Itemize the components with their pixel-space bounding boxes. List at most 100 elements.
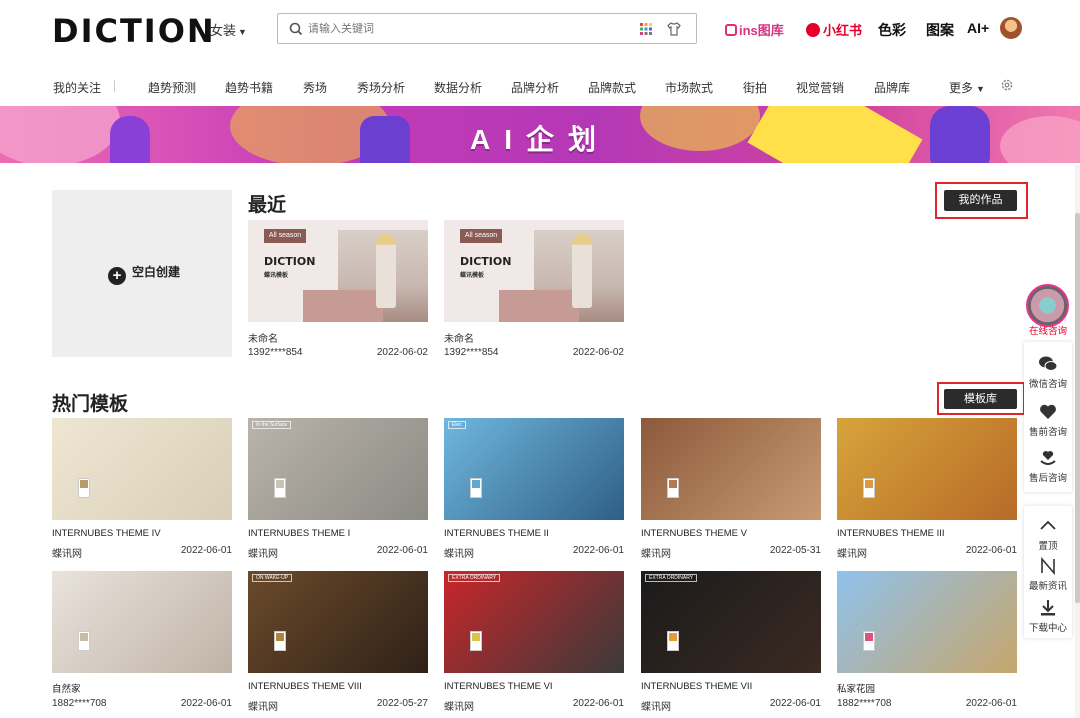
template-source: 蝶讯网 — [444, 702, 474, 713]
template-source: 1882****708 — [52, 698, 107, 709]
top-header: DICTION 女装▼ ins图库 小红书 色彩 图案 AI+ — [0, 0, 1080, 62]
template-title: INTERNUBES THEME IV — [52, 528, 161, 539]
template-date: 2022-06-01 — [180, 698, 232, 709]
search-box[interactable] — [277, 13, 697, 44]
nav-item-trend-books[interactable]: 趋势书籍 — [225, 79, 273, 96]
template-source: 1882****708 — [837, 698, 892, 709]
color-swatch — [274, 631, 286, 651]
nav-item-brand-library[interactable]: 品牌库 — [874, 79, 910, 96]
nav-item-brand-styles[interactable]: 品牌款式 — [588, 79, 636, 96]
blank-create-button[interactable]: + 空白创建 — [108, 263, 180, 285]
nav-item-visual-marketing[interactable]: 视觉营销 — [796, 79, 844, 96]
thumb-logo: DICTION — [460, 255, 512, 268]
template-date: 2022-05-31 — [769, 545, 821, 556]
back-to-top-label: 置顶 — [1038, 541, 1058, 552]
aftersale-consult-button[interactable]: 售后咨询 — [1024, 448, 1072, 484]
template-thumbnail[interactable] — [52, 571, 232, 673]
scrollbar-thumb[interactable] — [1075, 213, 1080, 603]
download-center-button[interactable]: 下载中心 — [1024, 598, 1072, 634]
ins-gallery-link[interactable]: ins图库 — [725, 20, 784, 39]
template-date: 2022-06-01 — [180, 545, 232, 556]
xiaohongshu-link[interactable]: 小红书 — [806, 20, 862, 39]
template-thumbnail[interactable] — [837, 571, 1017, 673]
download-center-label: 下载中心 — [1028, 623, 1067, 634]
diction-logo[interactable]: DICTION — [52, 12, 216, 50]
template-thumbnail[interactable]: EXTRA ORDINARY — [641, 571, 821, 673]
template-thumb-label: Elec — [448, 421, 466, 429]
template-thumbnail[interactable]: ON WAKE-UP — [248, 571, 428, 673]
color-swatch — [667, 478, 679, 498]
color-grid-icon[interactable] — [640, 23, 652, 35]
thumb-subtitle: 蝶讯模板 — [264, 273, 289, 279]
nav-divider — [114, 80, 115, 92]
download-icon — [1041, 600, 1055, 616]
nav-item-data-analysis[interactable]: 数据分析 — [434, 79, 482, 96]
template-title: INTERNUBES THEME VI — [444, 681, 553, 692]
nav-item-runway[interactable]: 秀场 — [303, 79, 327, 96]
template-thumbnail[interactable]: EXTRA ORDINARY — [444, 571, 624, 673]
nav-more-label: 更多 — [949, 81, 974, 95]
card-user: 1392****854 — [248, 347, 303, 358]
latest-news-button[interactable]: 最新资讯 — [1024, 556, 1072, 592]
blank-create-label: 空白创建 — [132, 265, 181, 279]
header-link-color[interactable]: 色彩 — [878, 20, 906, 40]
shirt-icon[interactable] — [666, 21, 682, 37]
nav-item-following[interactable]: 我的关注 — [53, 79, 101, 96]
template-source: 蝶讯网 — [641, 702, 671, 713]
online-consult-label[interactable]: 在线咨询 — [1024, 323, 1072, 337]
xiaohongshu-icon — [806, 23, 820, 37]
template-thumbnail[interactable] — [52, 418, 232, 520]
search-input[interactable] — [308, 20, 608, 38]
nav-item-brand-analysis[interactable]: 品牌分析 — [511, 79, 559, 96]
thumb-decor — [376, 234, 396, 308]
template-source: 蝶讯网 — [444, 549, 474, 560]
nav-item-market-styles[interactable]: 市场款式 — [665, 79, 713, 96]
season-tag: All season — [264, 229, 306, 243]
template-title: INTERNUBES THEME V — [641, 528, 747, 539]
blank-create-card[interactable]: + 空白创建 — [52, 190, 232, 357]
header-link-ai-plus[interactable]: AI+ — [967, 20, 989, 36]
nav-item-more[interactable]: 更多 ▼ — [949, 79, 985, 96]
wechat-consult-label: 微信咨询 — [1028, 379, 1067, 390]
template-thumbnail[interactable] — [837, 418, 1017, 520]
template-thumb-label: ON WAKE-UP — [252, 574, 293, 582]
nav-item-trend-forecast[interactable]: 趋势预测 — [148, 79, 196, 96]
recent-card-thumbnail[interactable]: All season DICTION 蝶讯模板 — [248, 220, 428, 322]
caret-down-icon: ▼ — [238, 27, 247, 37]
color-swatch — [863, 631, 875, 651]
card-date: 2022-06-02 — [572, 347, 624, 358]
template-title: INTERNUBES THEME VII — [641, 681, 753, 692]
wechat-consult-button[interactable]: 微信咨询 — [1024, 354, 1072, 390]
template-title: 私家花园 — [837, 684, 876, 695]
nav-item-street-snap[interactable]: 街拍 — [743, 79, 767, 96]
my-works-button[interactable]: 我的作品 — [944, 190, 1017, 211]
color-swatch — [78, 478, 90, 498]
template-source: 蝶讯网 — [52, 549, 82, 560]
template-date: 2022-06-01 — [965, 698, 1017, 709]
template-date: 2022-06-01 — [376, 545, 428, 556]
template-thumb-label: EXTRA ORDINARY — [645, 574, 698, 582]
template-source: 蝶讯网 — [248, 702, 278, 713]
header-link-pattern[interactable]: 图案 — [926, 20, 954, 40]
back-to-top-button[interactable]: 置顶 — [1024, 516, 1072, 552]
thumb-subtitle: 蝶讯模板 — [460, 273, 485, 279]
template-title: 自然家 — [52, 684, 81, 695]
template-thumbnail[interactable]: In the Surface — [248, 418, 428, 520]
heart-icon — [1040, 404, 1056, 419]
template-title: INTERNUBES THEME II — [444, 528, 549, 539]
recent-card-thumbnail[interactable]: All season DICTION 蝶讯模板 — [444, 220, 624, 322]
ins-gallery-label: ins图库 — [739, 23, 784, 38]
template-title: INTERNUBES THEME III — [837, 528, 945, 539]
thumb-logo: DICTION — [264, 255, 316, 268]
online-consult-avatar[interactable] — [1026, 284, 1069, 327]
template-thumbnail[interactable]: Elec — [444, 418, 624, 520]
gear-icon[interactable] — [1000, 78, 1014, 92]
template-thumb-label: EXTRA ORDINARY — [448, 574, 501, 582]
template-library-button[interactable]: 模板库 — [944, 389, 1017, 409]
thumb-decor — [499, 290, 579, 322]
template-thumbnail[interactable] — [641, 418, 821, 520]
category-dropdown[interactable]: 女装 ▼ — [210, 20, 247, 39]
presale-consult-button[interactable]: 售前咨询 — [1024, 402, 1072, 438]
user-avatar[interactable] — [1000, 17, 1022, 39]
nav-item-runway-analysis[interactable]: 秀场分析 — [357, 79, 405, 96]
